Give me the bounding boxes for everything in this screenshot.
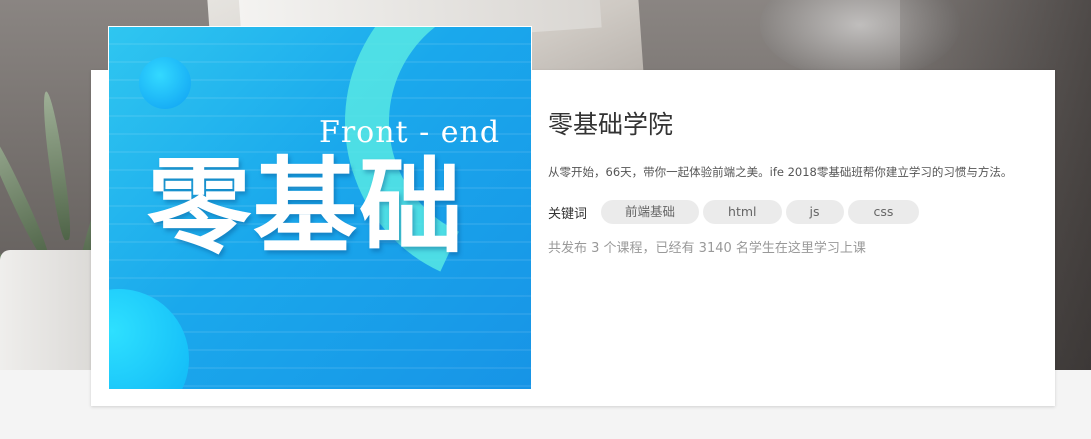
decorative-bubble bbox=[139, 57, 191, 109]
keyword-tag[interactable]: css bbox=[847, 200, 920, 224]
keyword-tag[interactable]: js bbox=[785, 200, 844, 224]
keywords-label: 关键词 bbox=[548, 206, 588, 222]
course-description: 从零开始，66天，带你一起体验前端之美。ife 2018零基础班帮你建立学习的习… bbox=[548, 165, 1013, 179]
keyword-tag[interactable]: html bbox=[703, 200, 782, 224]
keyword-tag[interactable]: 前端基础 bbox=[601, 200, 700, 224]
banner-title: 零基础 bbox=[147, 145, 466, 268]
course-stats: 共发布 3 个课程，已经有 3140 名学生在这里学习上课 bbox=[548, 241, 866, 256]
course-banner-image[interactable]: Front - end 零基础 bbox=[108, 26, 532, 390]
keyword-list: 关键词 前端基础 html js css bbox=[548, 200, 923, 224]
course-title[interactable]: 零基础学院 bbox=[548, 108, 1048, 142]
course-info: 零基础学院 从零开始，66天，带你一起体验前端之美。ife 2018零基础班帮你… bbox=[548, 108, 1048, 256]
